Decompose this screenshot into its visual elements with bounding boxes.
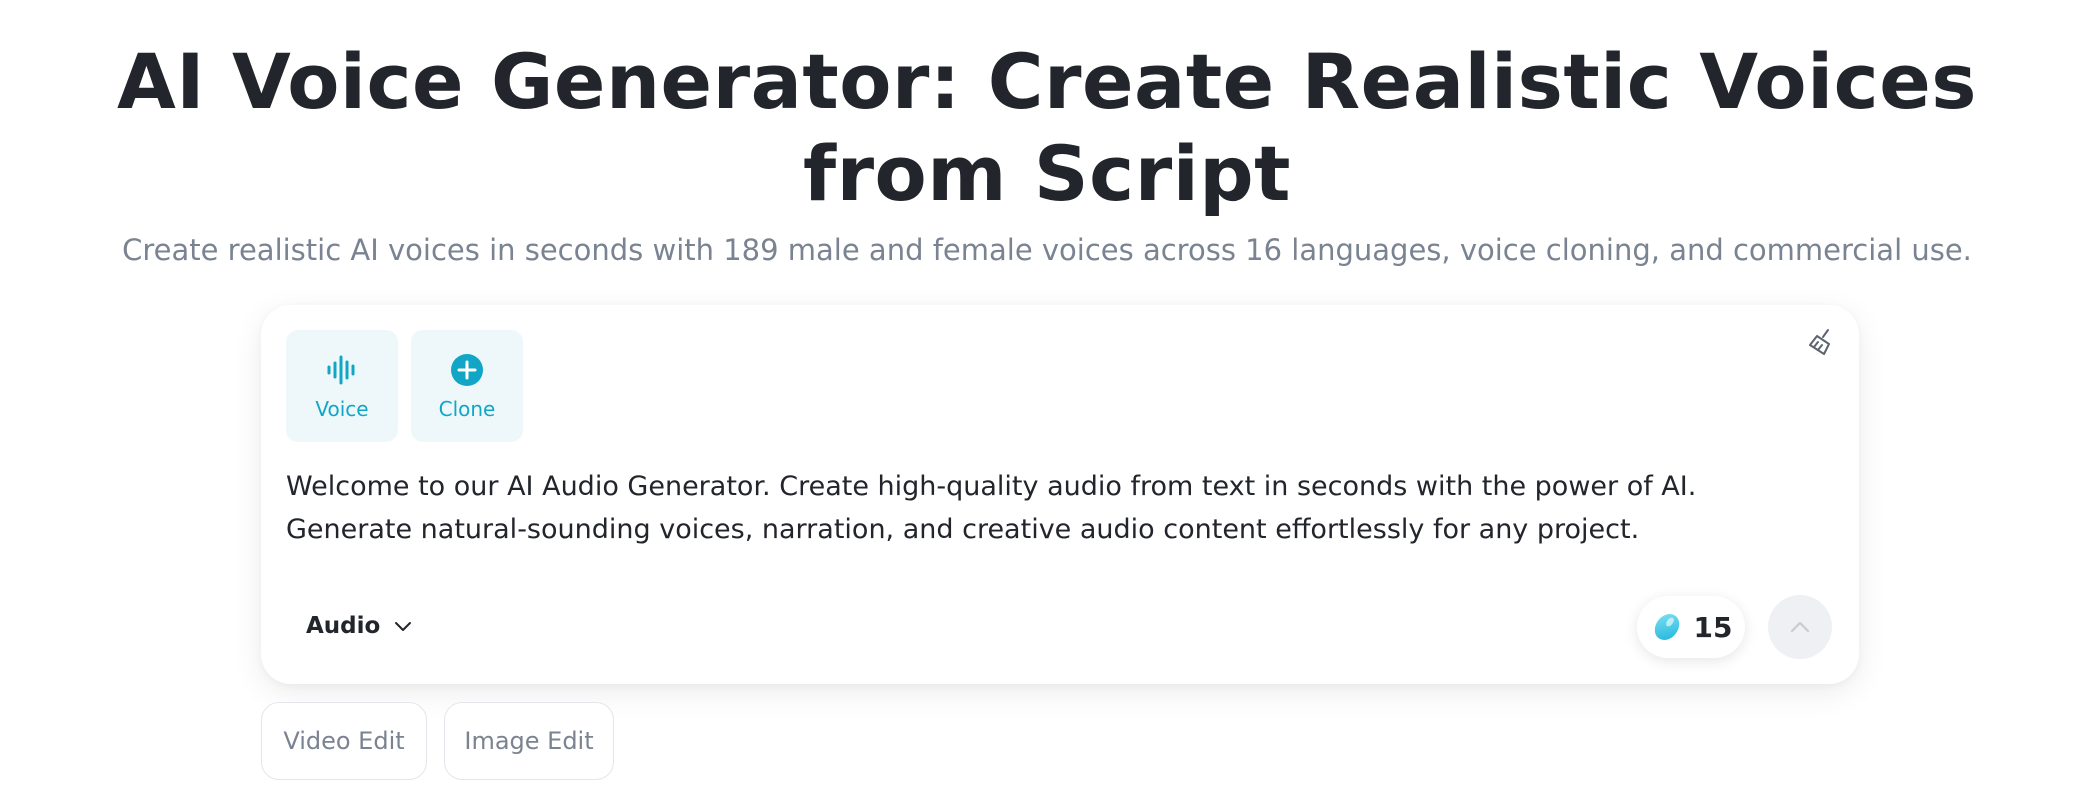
voice-mode-label: Voice xyxy=(315,397,369,421)
page-title: AI Voice Generator: Create Realistic Voi… xyxy=(116,37,1977,218)
waveform-icon xyxy=(327,355,355,385)
credit-gem-icon xyxy=(1654,614,1679,640)
output-type-dropdown[interactable]: Audio xyxy=(286,602,434,650)
page: AI Voice Generator: Create Realistic Voi… xyxy=(0,0,2094,806)
chevron-up-icon xyxy=(1790,621,1810,633)
broom-icon xyxy=(1809,329,1830,355)
credits-count: 15 xyxy=(1693,610,1733,644)
prompt-textarea[interactable]: Welcome to our AI Audio Generator. Creat… xyxy=(286,465,1826,551)
generator-card: Voice Clone Welcome to our AI Audio Gene… xyxy=(261,305,1859,684)
image-edit-chip[interactable]: Image Edit xyxy=(444,702,614,780)
page-subtitle: Create realistic AI voices in seconds wi… xyxy=(122,233,1972,267)
clear-text-button[interactable] xyxy=(1801,323,1839,361)
clone-mode-label: Clone xyxy=(438,397,496,421)
video-edit-chip[interactable]: Video Edit xyxy=(261,702,427,780)
plus-circle-icon xyxy=(451,354,483,386)
voice-mode-button[interactable]: Voice xyxy=(286,330,398,442)
chevron-down-icon xyxy=(395,622,412,631)
credits-badge: 15 xyxy=(1637,596,1745,658)
generate-submit-button[interactable] xyxy=(1768,595,1832,659)
output-type-label: Audio xyxy=(306,613,381,639)
clone-mode-button[interactable]: Clone xyxy=(411,330,523,442)
